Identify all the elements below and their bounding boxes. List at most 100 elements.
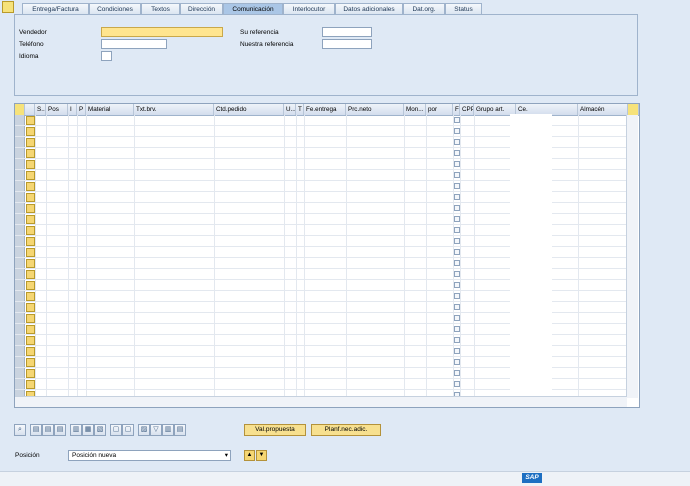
row-f-checkbox[interactable] <box>454 326 460 332</box>
settings-icon[interactable]: ▤ <box>174 424 186 436</box>
delete-icon[interactable]: ▥ <box>70 424 82 436</box>
sort-icon[interactable]: ▥ <box>162 424 174 436</box>
row-status-button[interactable] <box>26 369 35 378</box>
detail-icon[interactable] <box>15 104 25 115</box>
row-selector[interactable] <box>15 247 25 257</box>
copy-icon[interactable]: ▧ <box>94 424 106 436</box>
row-f-checkbox[interactable] <box>454 260 460 266</box>
col-t[interactable]: T <box>296 104 304 115</box>
col-unit[interactable]: U... <box>284 104 296 115</box>
tab-menu-icon[interactable] <box>2 1 14 13</box>
first-page-icon[interactable]: ▤ <box>30 424 42 436</box>
row-selector[interactable] <box>15 313 25 323</box>
row-f-checkbox[interactable] <box>454 348 460 354</box>
row-status-button[interactable] <box>26 138 35 147</box>
row-status-button[interactable] <box>26 248 35 257</box>
row-selector[interactable] <box>15 269 25 279</box>
row-status-button[interactable] <box>26 358 35 367</box>
row-f-checkbox[interactable] <box>454 304 460 310</box>
telefono-field[interactable] <box>101 39 167 49</box>
row-status-button[interactable] <box>26 292 35 301</box>
horizontal-scrollbar[interactable] <box>15 396 627 407</box>
row-status-button[interactable] <box>26 204 35 213</box>
col-p[interactable]: P <box>77 104 86 115</box>
tab-datos-adicionales[interactable]: Datos adicionales <box>335 3 403 14</box>
row-selector[interactable] <box>15 291 25 301</box>
row-selector[interactable] <box>15 115 25 125</box>
row-selector[interactable] <box>15 203 25 213</box>
row-f-checkbox[interactable] <box>454 337 460 343</box>
row-selector[interactable] <box>15 346 25 356</box>
tab-textos[interactable]: Textos <box>141 3 180 14</box>
chevron-up-icon[interactable]: ▲ <box>244 450 255 461</box>
tab-entrega-factura[interactable]: Entrega/Factura <box>22 3 89 14</box>
row-f-checkbox[interactable] <box>454 216 460 222</box>
row-selector[interactable] <box>15 379 25 389</box>
row-selector[interactable] <box>15 214 25 224</box>
row-selector[interactable] <box>15 324 25 334</box>
tab-interlocutor[interactable]: Interlocutor <box>283 3 335 14</box>
row-status-button[interactable] <box>26 336 35 345</box>
row-status-button[interactable] <box>26 325 35 334</box>
tab-dat-org[interactable]: Dat.org. <box>403 3 445 14</box>
su-referencia-field[interactable] <box>322 27 372 37</box>
row-f-checkbox[interactable] <box>454 381 460 387</box>
row-f-checkbox[interactable] <box>454 117 460 123</box>
tab-status[interactable]: Status <box>445 3 482 14</box>
detail-icon[interactable]: ⌕ <box>14 424 26 436</box>
row-f-checkbox[interactable] <box>454 139 460 145</box>
row-f-checkbox[interactable] <box>454 271 460 277</box>
row-f-checkbox[interactable] <box>454 359 460 365</box>
col-cpp[interactable]: CPP <box>460 104 474 115</box>
row-status-button[interactable] <box>26 160 35 169</box>
row-selector[interactable] <box>15 137 25 147</box>
row-selector[interactable] <box>15 159 25 169</box>
planf-nec-adic-button[interactable]: Planf.nec.adic. <box>311 424 381 436</box>
row-selector[interactable] <box>15 192 25 202</box>
select-block-icon[interactable]: ▢ <box>110 424 122 436</box>
row-status-button[interactable] <box>26 281 35 290</box>
row-selector[interactable] <box>15 148 25 158</box>
row-selector[interactable] <box>15 302 25 312</box>
row-status-button[interactable] <box>26 215 35 224</box>
select-all-icon[interactable] <box>25 104 35 115</box>
col-pos[interactable]: Pos <box>46 104 68 115</box>
col-f[interactable]: F <box>453 104 460 115</box>
deselect-icon[interactable]: ▢ <box>122 424 134 436</box>
row-selector[interactable] <box>15 236 25 246</box>
row-selector[interactable] <box>15 126 25 136</box>
col-moneda[interactable]: Mon... <box>404 104 426 115</box>
filter-icon[interactable]: ▽ <box>150 424 162 436</box>
row-status-button[interactable] <box>26 259 35 268</box>
col-por[interactable]: por <box>426 104 453 115</box>
row-status-button[interactable] <box>26 127 35 136</box>
row-f-checkbox[interactable] <box>454 315 460 321</box>
row-status-button[interactable] <box>26 314 35 323</box>
row-status-button[interactable] <box>26 270 35 279</box>
row-status-button[interactable] <box>26 237 35 246</box>
row-f-checkbox[interactable] <box>454 194 460 200</box>
tab-condiciones[interactable]: Condiciones <box>89 3 141 14</box>
row-selector[interactable] <box>15 357 25 367</box>
row-status-button[interactable] <box>26 347 35 356</box>
row-selector[interactable] <box>15 225 25 235</box>
row-status-button[interactable] <box>26 116 35 125</box>
row-selector[interactable] <box>15 280 25 290</box>
row-f-checkbox[interactable] <box>454 183 460 189</box>
col-prc-neto[interactable]: Prc.neto <box>346 104 404 115</box>
col-fe-entrega[interactable]: Fe.entrega <box>304 104 346 115</box>
col-material[interactable]: Material <box>86 104 134 115</box>
val-propuesta-button[interactable]: Val.propuesta <box>244 424 306 436</box>
row-f-checkbox[interactable] <box>454 249 460 255</box>
row-f-checkbox[interactable] <box>454 172 460 178</box>
row-selector[interactable] <box>15 368 25 378</box>
idioma-field[interactable] <box>101 51 112 61</box>
col-almacen[interactable]: Almacén <box>578 104 628 115</box>
col-i[interactable]: I <box>68 104 77 115</box>
next-page-icon[interactable]: ▤ <box>54 424 66 436</box>
row-status-button[interactable] <box>26 182 35 191</box>
row-f-checkbox[interactable] <box>454 161 460 167</box>
row-status-button[interactable] <box>26 149 35 158</box>
col-status[interactable]: S... <box>35 104 46 115</box>
row-status-button[interactable] <box>26 193 35 202</box>
